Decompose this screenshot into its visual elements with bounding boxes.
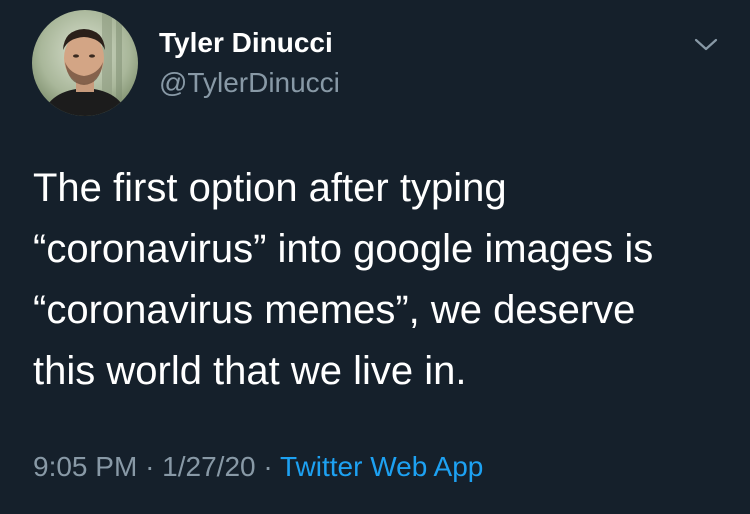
separator-dot: · — [263, 451, 273, 482]
avatar-photo — [32, 10, 138, 116]
tweet-card: Tyler Dinucci @TylerDinucci The first op… — [0, 0, 750, 514]
tweet-text-line: “coronavirus” into google images is — [33, 227, 654, 271]
tweet-date[interactable]: 1/27/20 — [162, 451, 255, 482]
chevron-down-icon[interactable] — [692, 34, 720, 56]
separator-dot: · — [145, 451, 155, 482]
tweet-text-line: “coronavirus memes”, we deserve — [33, 288, 636, 332]
user-handle[interactable]: @TylerDinucci — [159, 67, 340, 99]
tweet-metadata: 9:05 PM · 1/27/20 · Twitter Web App — [33, 451, 483, 483]
tweet-source-link[interactable]: Twitter Web App — [280, 451, 483, 482]
tweet-text: The first option after typing “coronavir… — [33, 158, 733, 402]
display-name[interactable]: Tyler Dinucci — [159, 27, 333, 59]
avatar[interactable] — [32, 10, 138, 116]
tweet-time[interactable]: 9:05 PM — [33, 451, 137, 482]
tweet-text-line: The first option after typing — [33, 166, 507, 210]
tweet-text-line: this world that we live in. — [33, 349, 467, 393]
